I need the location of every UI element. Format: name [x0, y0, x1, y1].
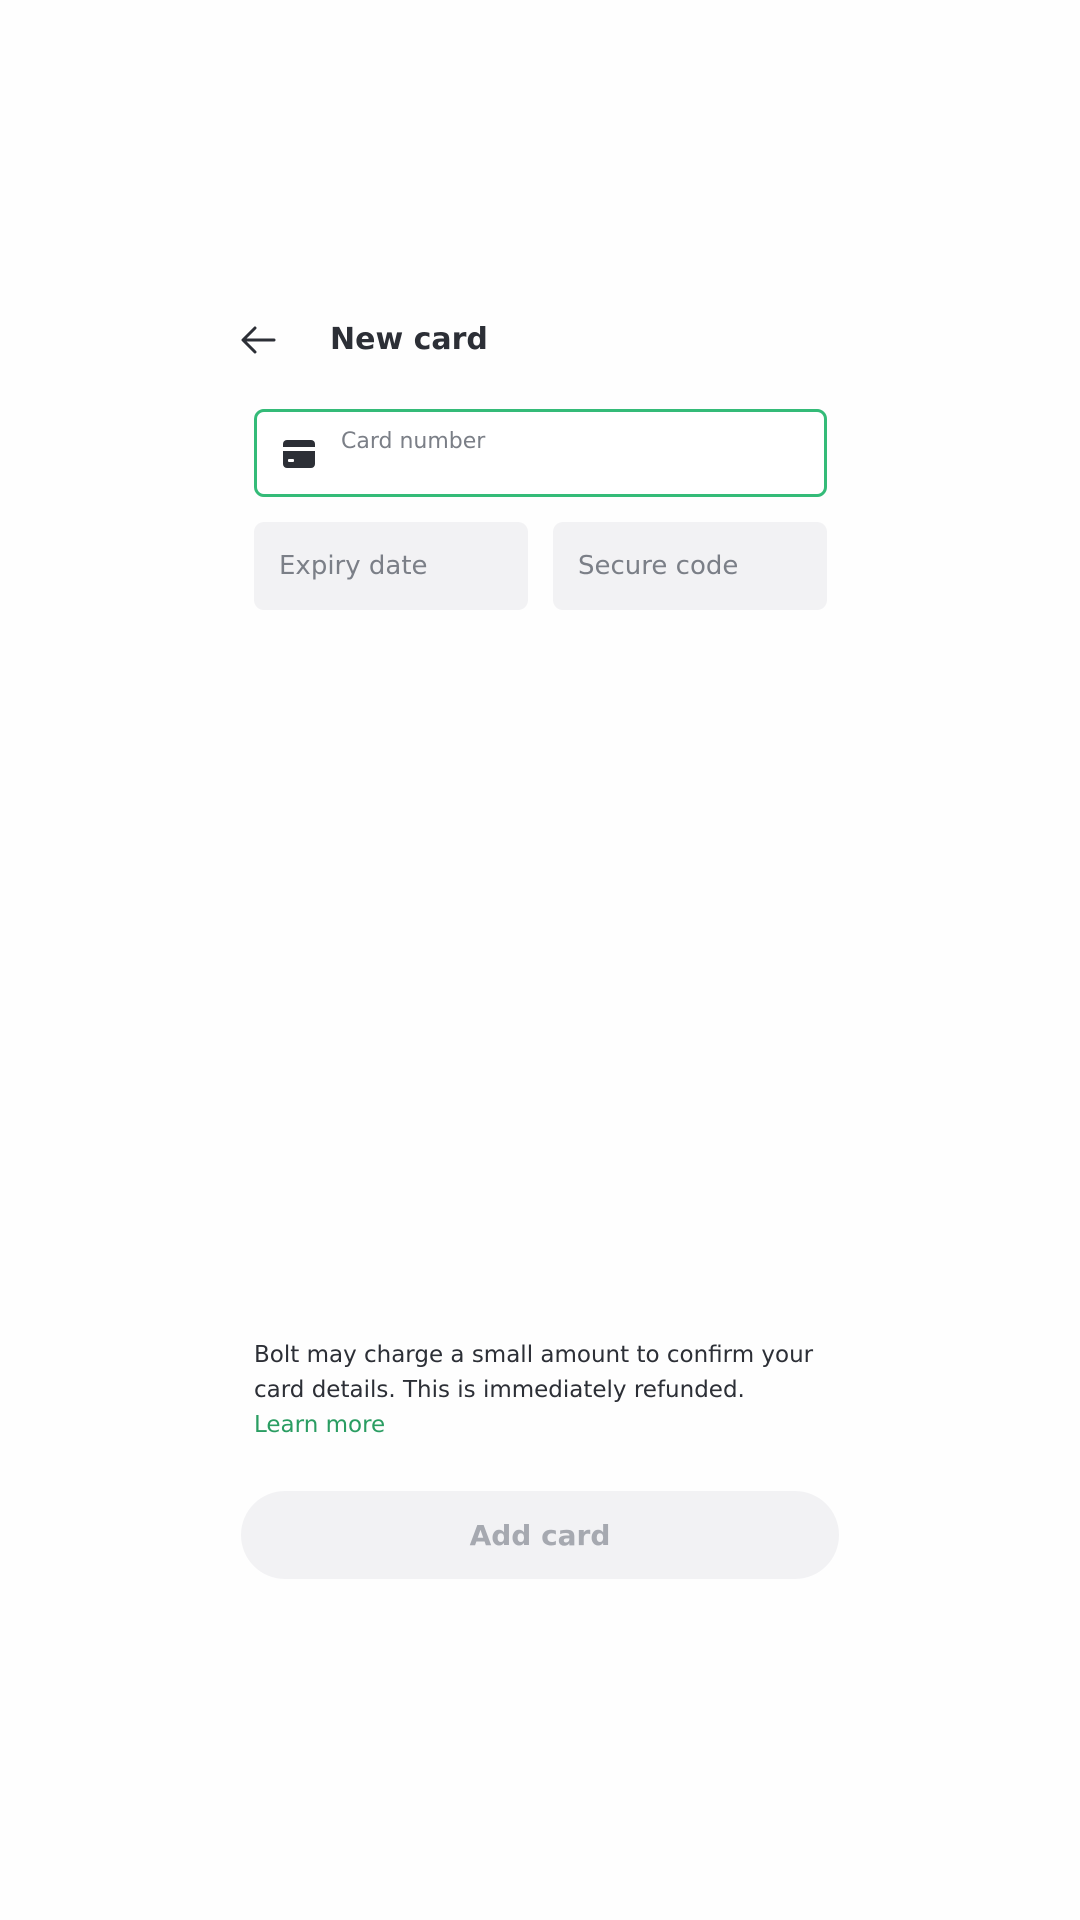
- expiry-date-field[interactable]: [254, 522, 528, 610]
- page-title: New card: [330, 322, 488, 357]
- secure-code-input[interactable]: [578, 522, 808, 610]
- credit-card-icon: [283, 440, 315, 468]
- add-card-button[interactable]: Add card: [241, 1491, 839, 1579]
- card-number-field[interactable]: [254, 409, 827, 497]
- card-number-input[interactable]: [341, 424, 801, 458]
- arrow-left-icon: [241, 326, 276, 354]
- learn-more-link[interactable]: Learn more: [254, 1408, 834, 1443]
- info-block: Bolt may charge a small amount to confir…: [254, 1338, 834, 1443]
- new-card-screen: New card Bolt may charge a small amount …: [0, 0, 1080, 1920]
- expiry-date-input[interactable]: [279, 522, 509, 610]
- header: New card: [240, 310, 840, 370]
- back-button[interactable]: [240, 310, 280, 370]
- info-text: Bolt may charge a small amount to confir…: [254, 1342, 814, 1403]
- secure-code-field[interactable]: [553, 522, 827, 610]
